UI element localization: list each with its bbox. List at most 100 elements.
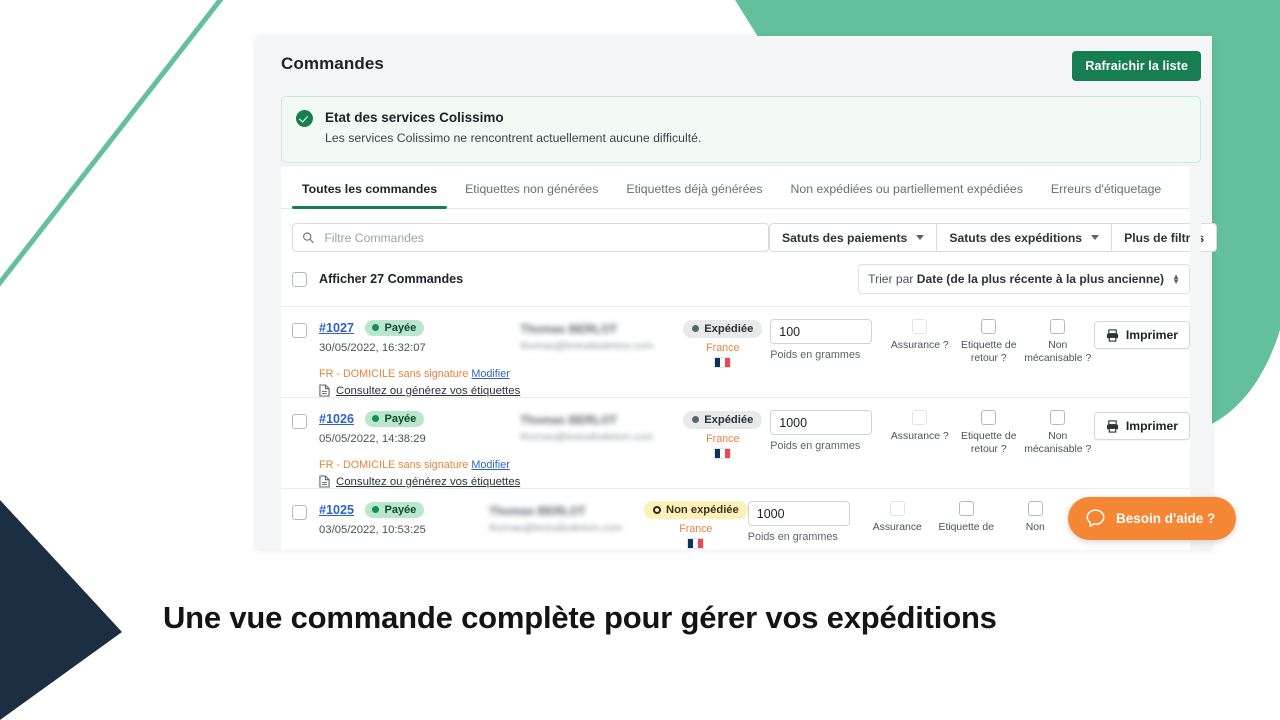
- modify-shipping-link[interactable]: Modifier: [471, 368, 509, 380]
- weight-input[interactable]: [770, 410, 873, 435]
- panel-right-gutter: [1190, 166, 1201, 550]
- non-mechanizable-label: Non mécanisable ?: [1024, 431, 1092, 455]
- banner-title: Etat des services Colissimo: [325, 110, 504, 125]
- weight-input[interactable]: [747, 501, 850, 526]
- row-select-checkbox[interactable]: [292, 414, 307, 429]
- help-button[interactable]: Besoin d'aide ?: [1068, 497, 1237, 540]
- insurance-checkbox-wrap: [885, 410, 954, 425]
- shipping-method-label: FR - DOMICILE sans signature: [319, 368, 469, 380]
- shipping-method-text: FR - DOMICILE sans signature Modifier: [319, 368, 520, 380]
- return-checkbox-wrap: [954, 319, 1023, 334]
- shipping-method-text: FR - DOMICILE sans signature Modifier: [319, 459, 520, 471]
- tab-etiquettes-non-generees[interactable]: Etiquettes non générées: [465, 182, 598, 208]
- print-cell: Imprimer: [1092, 410, 1190, 488]
- orders-content-panel: Toutes les commandes Etiquettes non géné…: [281, 165, 1217, 550]
- order-date: 30/05/2022, 16:32:07: [319, 342, 426, 354]
- status-dot-icon: [372, 324, 380, 331]
- insurance-checkbox[interactable]: [889, 501, 905, 516]
- row-select-cell: [292, 410, 319, 488]
- select-all-checkbox[interactable]: [292, 271, 307, 287]
- shipping-status-cell: Non expédiée France: [644, 501, 748, 549]
- insurance-checkbox[interactable]: [912, 319, 928, 334]
- non-mechanizable-checkbox[interactable]: [1027, 501, 1043, 516]
- order-shipping-detail: FR - DOMICILE sans signature Modifier Co…: [319, 459, 520, 488]
- print-button[interactable]: Imprimer: [1093, 321, 1190, 349]
- search-input[interactable]: [322, 229, 759, 246]
- search-field-wrapper[interactable]: [292, 223, 769, 252]
- non-mechanizable-cell: Non mécanisable ?: [1023, 410, 1092, 488]
- weight-label: Poids en grammes: [770, 440, 861, 452]
- customer-email: thomas@lestudiodetom.com: [489, 522, 623, 534]
- payment-status-badge: Payée: [365, 319, 425, 336]
- status-dot-icon: [372, 415, 380, 422]
- customer-email: thomas@lestudiodetom.com: [520, 340, 654, 352]
- order-id-link[interactable]: #1026: [319, 412, 354, 426]
- return-label-cell: Etiquette de retour ?: [954, 410, 1023, 488]
- chat-bubble-icon: [1086, 509, 1105, 527]
- return-label-checkbox[interactable]: [981, 319, 997, 334]
- france-flag-icon: [687, 538, 705, 549]
- document-icon: [319, 384, 330, 397]
- customer-email: thomas@lestudiodetom.com: [520, 431, 654, 443]
- country-label: France: [679, 523, 713, 535]
- weight-cell: Poids en grammes: [770, 410, 885, 488]
- insurance-cell: Assurance ?: [885, 410, 954, 488]
- row-select-checkbox[interactable]: [292, 323, 307, 338]
- shipping-status-filter-label: Satuts des expéditions: [949, 230, 1083, 245]
- refresh-list-button[interactable]: Rafraichir la liste: [1072, 51, 1201, 81]
- insurance-cell: Assurance ?: [885, 319, 954, 397]
- print-button[interactable]: Imprimer: [1093, 412, 1190, 440]
- non-mechanizable-cell: Non: [1001, 501, 1070, 549]
- tab-non-expediees[interactable]: Non expédiées ou partiellement expédiées: [790, 182, 1022, 208]
- shipping-status-cell: Expédiée France: [675, 410, 770, 488]
- table-row: #1026 Payée 05/05/2022, 14:38:29 FR - DO…: [281, 397, 1201, 488]
- weight-cell: Poids en grammes: [770, 319, 885, 397]
- chevron-down-icon: [1091, 235, 1100, 240]
- country-label: France: [706, 432, 740, 445]
- filter-bar: Satuts des paiements Satuts des expéditi…: [281, 209, 1217, 252]
- non-mech-checkbox-wrap: [1023, 410, 1092, 425]
- non-mechanizable-checkbox[interactable]: [1050, 319, 1066, 334]
- country-label: France: [706, 341, 740, 354]
- status-dot-icon: [692, 416, 700, 423]
- select-all-label: Afficher 27 Commandes: [319, 272, 464, 286]
- status-dot-icon: [692, 325, 700, 332]
- return-label-label: Etiquette de retour ?: [961, 340, 1017, 364]
- sort-prefix: Trier par: [868, 272, 917, 286]
- generate-labels-link[interactable]: Consultez ou générez vos étiquettes: [319, 475, 520, 488]
- shipping-status-filter-button[interactable]: Satuts des expéditions: [936, 223, 1113, 252]
- shipping-status-cell: Expédiée France: [675, 319, 770, 397]
- row-select-checkbox[interactable]: [292, 505, 307, 520]
- shipping-status-label: Expédiée: [704, 322, 754, 335]
- modify-shipping-link[interactable]: Modifier: [471, 459, 509, 471]
- return-label-checkbox[interactable]: [958, 501, 974, 516]
- weight-label: Poids en grammes: [770, 349, 861, 361]
- order-id-line: #1027 Payée: [319, 319, 520, 337]
- shipping-status-badge: Expédiée: [683, 319, 763, 338]
- order-id-link[interactable]: #1027: [319, 321, 354, 335]
- payment-status-badge: Payée: [365, 501, 425, 518]
- more-filters-button[interactable]: Plus de filtres: [1111, 223, 1217, 252]
- status-ring-icon: [653, 506, 661, 514]
- generate-labels-text: Consultez ou générez vos étiquettes: [336, 475, 521, 488]
- help-button-label: Besoin d'aide ?: [1116, 511, 1216, 526]
- weight-input[interactable]: [770, 319, 873, 344]
- shipping-status-badge: Non expédiée: [644, 501, 748, 519]
- order-id-link[interactable]: #1025: [319, 503, 354, 517]
- payment-status-filter-button[interactable]: Satuts des paiements: [769, 223, 938, 252]
- non-mechanizable-checkbox[interactable]: [1050, 410, 1066, 425]
- generate-labels-text: Consultez ou générez vos étiquettes: [336, 384, 521, 397]
- shipping-status-label: Non expédiée: [666, 504, 739, 516]
- tab-etiquettes-deja-generees[interactable]: Etiquettes déjà générées: [626, 182, 762, 208]
- tab-erreurs-etiquetage[interactable]: Erreurs d'étiquetage: [1051, 182, 1161, 208]
- payment-status-badge: Payée: [365, 410, 425, 427]
- generate-labels-link[interactable]: Consultez ou générez vos étiquettes: [319, 384, 520, 397]
- table-row: #1025 Payée 03/05/2022, 10:53:25 Thomas …: [281, 488, 1201, 549]
- non-mechanizable-cell: Non mécanisable ?: [1023, 319, 1092, 397]
- return-label-cell: Etiquette de: [932, 501, 1001, 549]
- insurance-checkbox[interactable]: [912, 410, 928, 425]
- tab-toutes-les-commandes[interactable]: Toutes les commandes: [291, 182, 448, 209]
- return-label-label: Etiquette de retour ?: [961, 431, 1017, 455]
- return-label-checkbox[interactable]: [981, 410, 997, 425]
- sort-select[interactable]: Trier par Date (de la plus récente à la …: [858, 264, 1190, 294]
